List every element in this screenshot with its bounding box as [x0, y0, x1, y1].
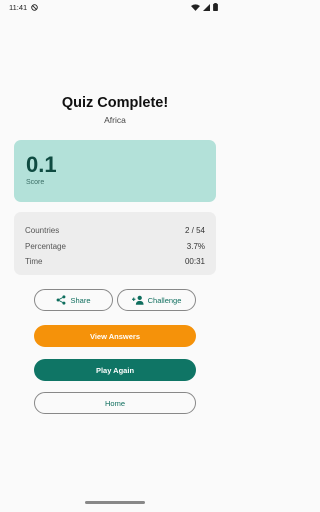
score-value: 0.1: [26, 152, 57, 177]
play-again-button[interactable]: Play Again: [34, 359, 196, 381]
share-label: Share: [70, 295, 91, 305]
stat-label: Percentage: [25, 241, 66, 251]
page-title: Quiz Complete!: [61, 95, 169, 111]
quiz-region-subtitle: Africa: [104, 115, 126, 125]
challenge-label: Challenge: [147, 295, 182, 305]
add-person-icon: [131, 295, 144, 305]
share-icon: [56, 295, 66, 305]
challenge-button[interactable]: Challenge: [117, 289, 196, 311]
share-button[interactable]: Share: [34, 289, 113, 311]
stat-value: 2 / 54: [184, 226, 205, 236]
stats-card: Countries 2 / 54 Percentage 3.7% Time 00…: [14, 212, 216, 275]
stat-row-time: Time 00:31: [25, 254, 205, 270]
stat-value: 00:31: [184, 257, 205, 267]
view-answers-button[interactable]: View Answers: [34, 325, 196, 347]
signal-icon: [203, 3, 210, 11]
stat-value: 3.7%: [186, 241, 205, 251]
stat-row-percentage: Percentage 3.7%: [25, 239, 205, 255]
stat-label: Time: [25, 257, 43, 267]
dnd-icon: [31, 3, 38, 11]
wifi-icon: [191, 3, 200, 11]
gesture-nav-handle[interactable]: [85, 501, 145, 504]
battery-icon: [213, 3, 218, 11]
status-time: 11:41: [9, 2, 28, 12]
social-button-row: Share Challenge: [34, 289, 196, 311]
stat-label: Countries: [25, 226, 60, 236]
stat-row-countries: Countries 2 / 54: [25, 223, 205, 239]
status-bar: 11:41: [0, 0, 230, 14]
score-card: 0.1 Score: [14, 140, 216, 202]
quiz-result-screen: 11:41 Quiz Complete! Africa 0.1 Score Co…: [0, 0, 230, 512]
score-label: Score: [26, 179, 45, 186]
home-button[interactable]: Home: [34, 392, 196, 414]
